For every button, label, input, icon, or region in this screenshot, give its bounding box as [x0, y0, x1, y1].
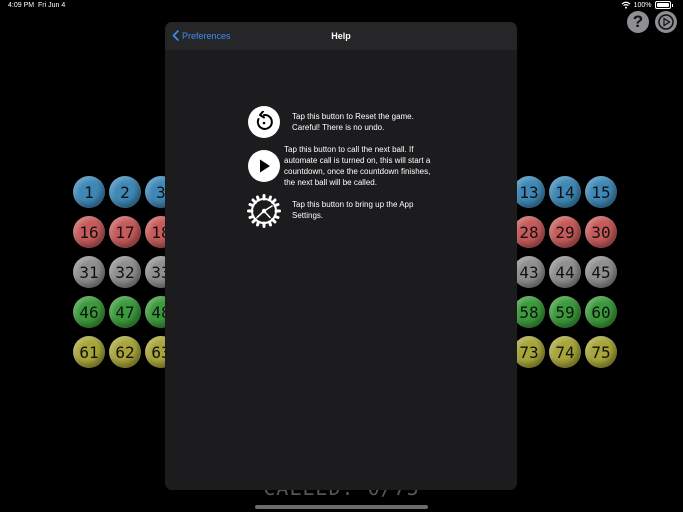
battery-tip	[671, 3, 673, 7]
bingo-ball: 74	[549, 336, 581, 368]
bingo-ball: 17	[109, 216, 141, 248]
bingo-ball: 32	[109, 256, 141, 288]
bingo-ball: 58	[513, 296, 545, 328]
bingo-ball: 61	[73, 336, 105, 368]
wifi-icon	[621, 1, 630, 9]
status-date: Fri Jun 4	[38, 2, 66, 9]
battery-percent: 100%	[633, 1, 652, 9]
bingo-ball: 62	[109, 336, 141, 368]
bingo-ball: 15	[585, 176, 617, 208]
bingo-ball: 29	[549, 216, 581, 248]
battery-icon	[654, 1, 671, 9]
question-mark-icon: ?	[632, 12, 644, 31]
bingo-ball: 60	[585, 296, 617, 328]
help-modal: Preferences Help Tap this button to Rese…	[165, 22, 517, 490]
help-button[interactable]: ?	[627, 11, 649, 33]
home-indicator[interactable]	[255, 505, 428, 509]
bingo-ball: 44	[549, 256, 581, 288]
play-circle-icon	[658, 14, 674, 30]
help-text-gear: Tap this button to bring up the App Sett…	[292, 200, 414, 220]
modal-navbar: Preferences Help	[165, 22, 517, 50]
bingo-ball: 1	[73, 176, 105, 208]
bingo-ball: 16	[73, 216, 105, 248]
status-right: 100%	[621, 1, 673, 9]
bingo-ball: 47	[109, 296, 141, 328]
bingo-ball: 75	[585, 336, 617, 368]
bingo-ball: 46	[73, 296, 105, 328]
bingo-ball: 13	[513, 176, 545, 208]
bingo-ball: 73	[513, 336, 545, 368]
bingo-ball: 31	[73, 256, 105, 288]
bingo-ball: 28	[513, 216, 545, 248]
bingo-ball: 43	[513, 256, 545, 288]
gear-icon	[246, 193, 282, 229]
modal-title: Help	[331, 31, 351, 41]
reset-icon	[248, 106, 280, 138]
play-icon	[248, 150, 280, 182]
bingo-ball: 2	[109, 176, 141, 208]
bingo-ball: 45	[585, 256, 617, 288]
help-text-reset: Tap this button to Reset the game. Caref…	[292, 112, 414, 132]
bingo-ball: 14	[549, 176, 581, 208]
call-next-button[interactable]	[655, 11, 677, 33]
bingo-ball: 59	[549, 296, 581, 328]
help-text-play: Tap this button to call the next ball. I…	[284, 145, 431, 187]
status-bar: 4:09 PM Fri Jun 4 100%	[0, 0, 683, 12]
bingo-ball: 30	[585, 216, 617, 248]
status-time: 4:09 PM	[8, 2, 35, 9]
